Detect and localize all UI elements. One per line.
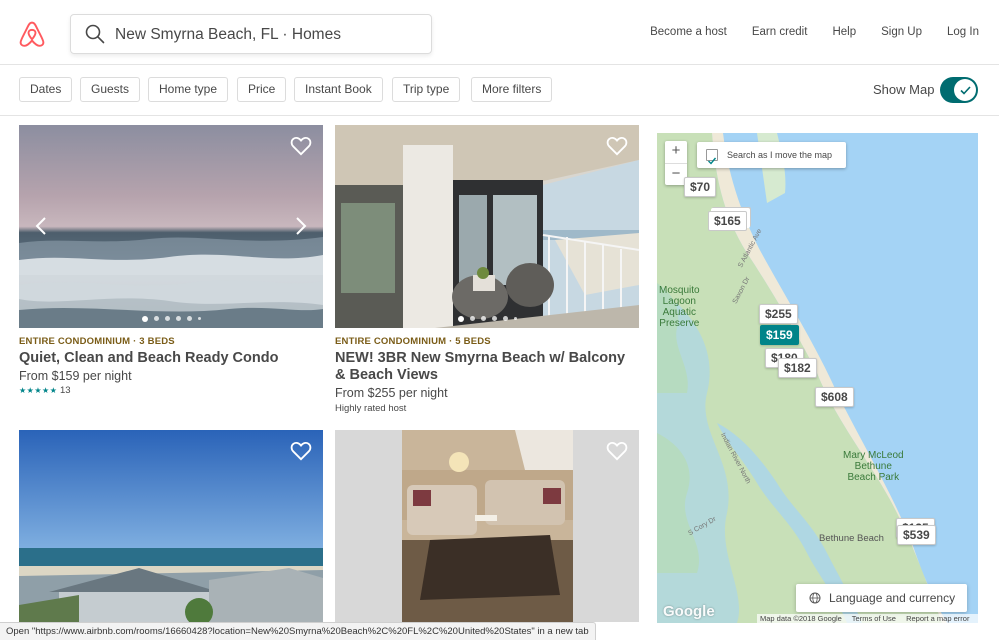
balcony-photo: [335, 125, 639, 328]
search-as-move-label: Search as I move the map: [727, 150, 833, 160]
price-filter-button[interactable]: Price: [237, 77, 287, 102]
listing-card[interactable]: [19, 430, 323, 622]
top-header: Become a host Earn credit Help Sign Up L…: [0, 0, 999, 65]
instant-book-filter-button[interactable]: Instant Book: [294, 77, 383, 102]
become-host-link[interactable]: Become a host: [650, 26, 727, 38]
price-pin[interactable]: $608: [815, 387, 854, 407]
search-as-move-checkbox[interactable]: [706, 149, 718, 165]
listing-card[interactable]: ENTIRE CONDOMINIUM · 5 BEDS NEW! 3BR New…: [335, 125, 639, 414]
zoom-in-button[interactable]: +: [665, 141, 687, 163]
price-pin[interactable]: $255: [759, 304, 798, 324]
photo-pagination-dots: [19, 316, 323, 322]
toggle-knob: [954, 79, 976, 101]
listing-photo[interactable]: [19, 430, 323, 622]
save-heart-icon[interactable]: [606, 441, 628, 461]
map-land-shapes: [657, 133, 947, 623]
dates-filter-button[interactable]: Dates: [19, 77, 73, 102]
map-label-park: Mary McLeod Bethune Beach Park: [843, 450, 904, 483]
price-pin[interactable]: $539: [897, 525, 936, 545]
trip-type-filter-button[interactable]: Trip type: [392, 77, 461, 102]
checkmark-icon: [708, 157, 717, 165]
listing-price: From $255 per night: [335, 386, 448, 400]
living-room-photo: [335, 430, 639, 622]
map-data-text: Map data ©2018 Google: [760, 614, 842, 623]
listing-card[interactable]: ENTIRE CONDOMINIUM · 3 BEDS Quiet, Clean…: [19, 125, 323, 396]
listing-card[interactable]: [335, 430, 639, 622]
language-currency-button[interactable]: Language and currency: [796, 584, 967, 612]
search-as-move-toggle[interactable]: Search as I move the map: [697, 142, 846, 168]
save-heart-icon[interactable]: [606, 136, 628, 156]
location-search-box[interactable]: [70, 14, 432, 54]
sign-up-link[interactable]: Sign Up: [881, 26, 922, 38]
beach-houses-photo: [19, 430, 323, 622]
checkmark-icon: [959, 85, 971, 95]
log-in-link[interactable]: Log In: [947, 26, 979, 38]
earn-credit-link[interactable]: Earn credit: [752, 26, 808, 38]
search-icon: [85, 24, 105, 44]
globe-icon: [809, 592, 821, 604]
listing-kind: ENTIRE CONDOMINIUM · 5 BEDS: [335, 336, 491, 347]
top-nav: Become a host Earn credit Help Sign Up L…: [625, 26, 979, 38]
show-map-toggle[interactable]: [940, 77, 978, 103]
browser-status-bar: Open "https://www.airbnb.com/rooms/16660…: [0, 622, 596, 640]
price-pin-selected[interactable]: $159: [760, 325, 799, 345]
map-attribution: Map data ©2018 Google Terms of Use Repor…: [757, 614, 978, 623]
search-input[interactable]: [115, 21, 415, 49]
guests-filter-button[interactable]: Guests: [80, 77, 141, 102]
save-heart-icon[interactable]: [290, 441, 312, 461]
price-pin[interactable]: $70: [684, 177, 717, 197]
chevron-left-icon[interactable]: [33, 216, 49, 236]
listing-title[interactable]: NEW! 3BR New Smyrna Beach w/ Balcony & B…: [335, 350, 639, 384]
filter-bar: Dates Guests Home type Price Instant Boo…: [0, 65, 999, 116]
listing-photo[interactable]: [335, 125, 639, 328]
language-currency-label: Language and currency: [829, 591, 956, 605]
listing-kind: ENTIRE CONDOMINIUM · 3 BEDS: [19, 336, 175, 347]
listings-map[interactable]: + − Search as I move the map Mosquito La…: [657, 133, 978, 623]
listing-host-note: Highly rated host: [335, 403, 407, 414]
help-link[interactable]: Help: [832, 26, 856, 38]
listing-title[interactable]: Quiet, Clean and Beach Ready Condo: [19, 350, 323, 367]
ocean-waves-photo: [19, 125, 323, 328]
chevron-right-icon[interactable]: [293, 216, 309, 236]
map-label-bethune-beach: Bethune Beach: [819, 533, 884, 544]
price-pin[interactable]: $182: [778, 358, 817, 378]
report-map-error-link[interactable]: Report a map error: [906, 614, 969, 623]
airbnb-logo-icon[interactable]: [18, 20, 46, 48]
review-count: 13: [60, 385, 71, 396]
price-pin[interactable]: $165: [708, 211, 747, 231]
photo-pagination-dots: [335, 316, 639, 322]
terms-of-use-link[interactable]: Terms of Use: [852, 614, 896, 623]
more-filters-button[interactable]: More filters: [471, 77, 553, 102]
home-type-filter-button[interactable]: Home type: [148, 77, 229, 102]
listing-reviews: ★★★★★ 13: [19, 385, 323, 396]
star-rating-icon: ★★★★★: [19, 386, 58, 395]
listing-photo[interactable]: [335, 430, 639, 622]
listing-photo[interactable]: [19, 125, 323, 328]
show-map-label: Show Map: [873, 82, 935, 97]
listing-price: From $159 per night: [19, 369, 132, 383]
google-logo: Google: [663, 603, 715, 620]
save-heart-icon[interactable]: [290, 136, 312, 156]
map-label-lagoon: Mosquito Lagoon Aquatic Preserve: [659, 285, 700, 329]
